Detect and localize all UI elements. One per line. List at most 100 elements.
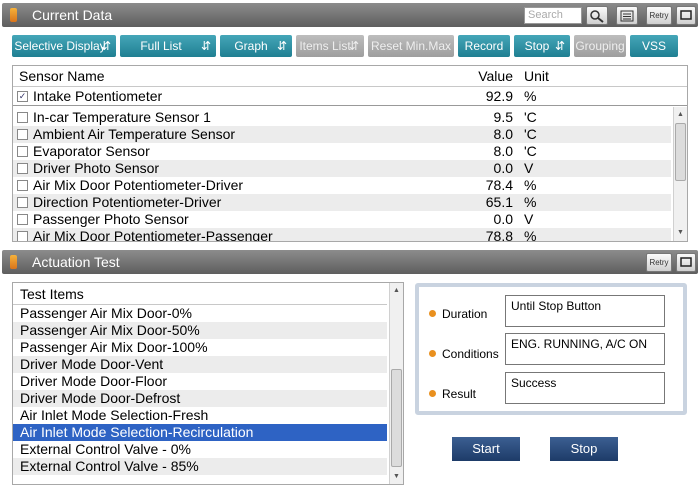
sensor-name: Driver Photo Sensor — [33, 160, 160, 176]
current-data-header: Current Data Search Retry — [2, 3, 698, 27]
sensor-table-header: Sensor Name Value Unit — [13, 68, 687, 87]
checkbox-icon[interactable] — [17, 129, 28, 140]
list-item[interactable]: Driver Mode Door-Defrost — [13, 390, 387, 407]
flag-icon — [10, 255, 17, 269]
vss-label: VSS — [641, 39, 666, 53]
sensor-name: Ambient Air Temperature Sensor — [33, 126, 236, 142]
graph-button[interactable]: Graph ⇵ — [220, 35, 292, 57]
sensor-name: Intake Potentiometer — [33, 88, 163, 104]
scroll-thumb[interactable] — [391, 369, 402, 467]
result-field: Success — [505, 372, 665, 404]
retry-icon[interactable]: Retry — [646, 6, 672, 25]
checkbox-icon[interactable] — [17, 231, 28, 241]
sensor-scrollbar[interactable]: ▲ ▼ — [673, 107, 687, 241]
full-list-label: Full List — [140, 39, 182, 53]
current-data-title: Current Data — [32, 7, 113, 23]
duration-label: Duration — [429, 307, 487, 321]
retry-label: Retry — [649, 11, 669, 20]
scroll-up-icon[interactable]: ▲ — [390, 285, 403, 297]
spinner-icon: ⇵ — [554, 39, 565, 53]
sensor-name: Air Mix Door Potentiometer-Passenger — [33, 228, 273, 242]
table-row[interactable]: In-car Temperature Sensor 1 9.5 'C — [13, 109, 671, 126]
maximize-icon[interactable] — [676, 253, 696, 272]
spinner-icon: ⇵ — [348, 39, 359, 53]
stop-record-button[interactable]: Stop ⇵ — [514, 35, 570, 57]
retry-icon[interactable]: Retry — [646, 253, 672, 272]
list-item[interactable]: Passenger Air Mix Door-0% — [13, 305, 387, 322]
scroll-up-icon[interactable]: ▲ — [674, 109, 687, 121]
graph-label: Graph — [234, 39, 268, 53]
table-row[interactable]: Driver Photo Sensor 0.0 V — [13, 160, 671, 177]
vss-button[interactable]: VSS — [630, 35, 678, 57]
checkbox-icon[interactable] — [17, 163, 28, 174]
stop-button[interactable]: Stop — [550, 437, 618, 461]
sensor-unit: % — [524, 177, 537, 193]
sensor-name: Evaporator Sensor — [33, 143, 150, 159]
list-item[interactable]: Driver Mode Door-Vent — [13, 356, 387, 373]
scroll-down-icon[interactable]: ▼ — [674, 227, 687, 239]
scroll-down-icon[interactable]: ▼ — [390, 471, 403, 483]
bullet-icon — [429, 390, 436, 397]
sensor-name-header: Sensor Name — [19, 68, 105, 84]
grouping-button[interactable]: Grouping — [574, 35, 626, 57]
list-item[interactable]: External Control Valve - 0% — [13, 441, 387, 458]
sensor-unit: 'C — [524, 143, 537, 159]
sensor-value: 92.9 — [485, 88, 513, 104]
record-label: Record — [464, 39, 504, 53]
list-item[interactable]: Passenger Air Mix Door-100% — [13, 339, 387, 356]
test-status-panel: Duration Until Stop Button Conditions EN… — [415, 283, 687, 415]
sensor-unit: 'C — [524, 109, 537, 125]
bullet-icon — [429, 310, 436, 317]
spinner-icon: ⇵ — [276, 39, 287, 53]
bullet-icon — [429, 350, 436, 357]
list-item[interactable]: External Control Valve - 85% — [13, 458, 387, 475]
list-item[interactable]: Passenger Air Mix Door-50% — [13, 322, 387, 339]
sensor-unit: % — [524, 88, 537, 104]
reset-min-max-button[interactable]: Reset Min.Max — [368, 35, 454, 57]
sensor-name: In-car Temperature Sensor 1 — [33, 109, 211, 125]
sensor-value: 78.4 — [485, 177, 513, 193]
test-items-scrollbar[interactable]: ▲ ▼ — [389, 283, 403, 484]
sensor-name: Direction Potentiometer-Driver — [33, 194, 222, 210]
checkbox-icon[interactable] — [17, 214, 28, 225]
sensor-value: 65.1 — [485, 194, 513, 210]
checkbox-icon[interactable] — [17, 180, 28, 191]
full-list-button[interactable]: Full List ⇵ — [120, 35, 216, 57]
checkbox-icon[interactable] — [17, 146, 28, 157]
sensor-table: Sensor Name Value Unit ✓ Intake Potentio… — [12, 65, 688, 242]
selective-display-button[interactable]: Selective Display ⇵ — [12, 35, 116, 57]
table-row[interactable]: Passenger Photo Sensor 0.0 V — [13, 211, 671, 228]
checkbox-icon[interactable] — [17, 112, 28, 123]
pinned-sensor-row[interactable]: ✓ Intake Potentiometer 92.9 % — [13, 88, 687, 106]
test-items-list: Test Items Passenger Air Mix Door-0% Pas… — [12, 282, 404, 485]
record-button[interactable]: Record — [458, 35, 510, 57]
list-item[interactable]: Driver Mode Door-Floor — [13, 373, 387, 390]
table-row[interactable]: Evaporator Sensor 8.0 'C — [13, 143, 671, 160]
checked-checkbox-icon[interactable]: ✓ — [17, 91, 28, 102]
table-row[interactable]: Air Mix Door Potentiometer-Passenger 78.… — [13, 228, 671, 242]
value-header: Value — [478, 68, 513, 84]
table-row[interactable]: Air Mix Door Potentiometer-Driver 78.4 % — [13, 177, 671, 194]
start-button[interactable]: Start — [452, 437, 520, 461]
list-view-icon[interactable] — [616, 6, 638, 25]
list-item[interactable]: Air Inlet Mode Selection-Fresh — [13, 407, 387, 424]
items-list-button[interactable]: Items List ⇵ — [296, 35, 364, 57]
list-item-selected[interactable]: Air Inlet Mode Selection-Recirculation — [13, 424, 387, 441]
duration-field: Until Stop Button — [505, 295, 665, 327]
sensor-value: 0.0 — [493, 211, 513, 227]
conditions-label-text: Conditions — [442, 347, 499, 361]
spinner-icon: ⇵ — [100, 39, 111, 53]
search-icon[interactable] — [586, 6, 608, 25]
spinner-icon: ⇵ — [200, 39, 211, 53]
table-row[interactable]: Direction Potentiometer-Driver 65.1 % — [13, 194, 671, 211]
sensor-name: Air Mix Door Potentiometer-Driver — [33, 177, 244, 193]
maximize-icon[interactable] — [676, 6, 696, 25]
search-input[interactable]: Search — [524, 7, 582, 24]
sensor-unit: V — [524, 211, 534, 227]
checkbox-icon[interactable] — [17, 197, 28, 208]
scroll-thumb[interactable] — [675, 123, 686, 181]
sensor-value: 8.0 — [493, 126, 513, 142]
sensor-value: 8.0 — [493, 143, 513, 159]
sensor-name: Passenger Photo Sensor — [33, 211, 189, 227]
table-row[interactable]: Ambient Air Temperature Sensor 8.0 'C — [13, 126, 671, 143]
